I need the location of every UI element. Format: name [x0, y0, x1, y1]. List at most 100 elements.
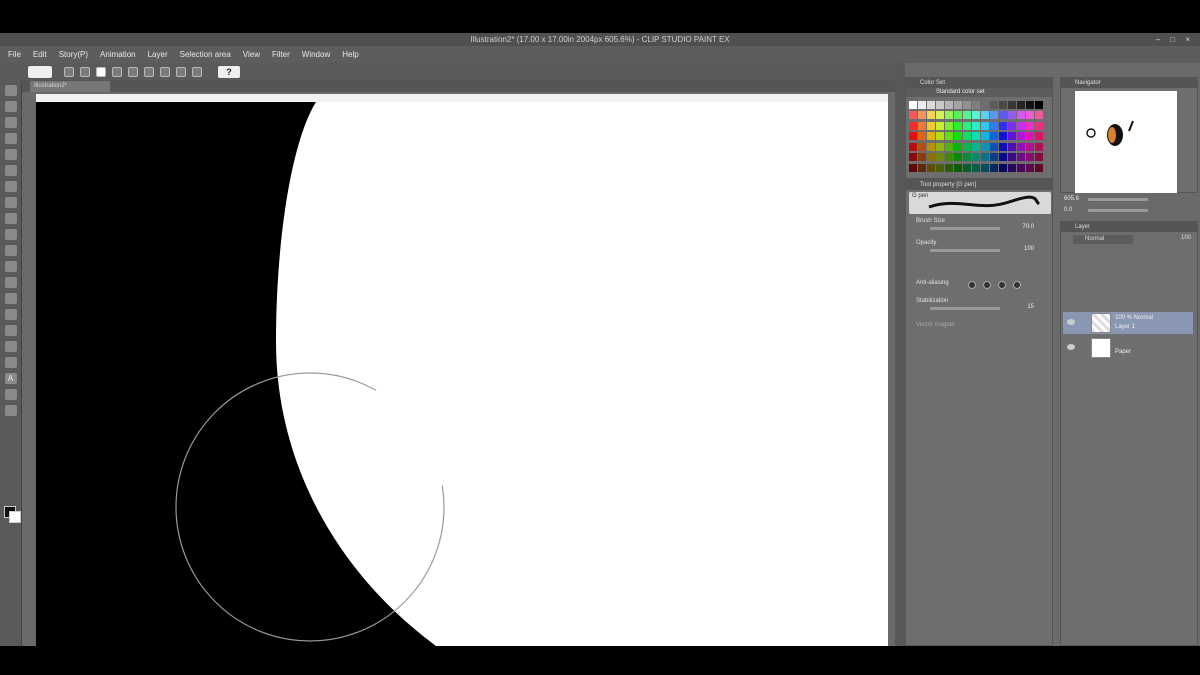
- color-swatch[interactable]: [1035, 111, 1043, 120]
- menu-filter[interactable]: Filter: [272, 46, 290, 63]
- layer-row-paper[interactable]: Paper: [1063, 337, 1193, 359]
- color-swatch[interactable]: [972, 101, 980, 109]
- vector-magnet-label[interactable]: Vector magnet: [916, 322, 955, 328]
- menu-view[interactable]: View: [243, 46, 260, 63]
- navigator-tab[interactable]: Navigator: [1061, 78, 1197, 88]
- menu-animation[interactable]: Animation: [100, 46, 136, 63]
- text-tool-icon[interactable]: A: [4, 373, 17, 384]
- zoom-value[interactable]: 605.6: [1064, 196, 1079, 202]
- blend-mode-select[interactable]: Normal: [1073, 235, 1133, 244]
- color-swatch[interactable]: [936, 163, 944, 172]
- color-swatch[interactable]: [963, 101, 971, 109]
- background-color-swatch[interactable]: [9, 511, 21, 523]
- color-swatch[interactable]: [945, 132, 953, 141]
- color-swatch[interactable]: [918, 142, 926, 151]
- color-swatch[interactable]: [1008, 163, 1016, 172]
- menu-help[interactable]: Help: [342, 46, 358, 63]
- color-swatch[interactable]: [1035, 132, 1043, 141]
- color-swatch[interactable]: [1017, 142, 1025, 151]
- undo-icon[interactable]: [112, 66, 122, 77]
- brush-size-slider[interactable]: [930, 227, 1000, 230]
- clip-studio-icon[interactable]: [28, 65, 52, 78]
- color-swatch[interactable]: [999, 153, 1007, 162]
- color-swatch[interactable]: [945, 142, 953, 151]
- color-swatch[interactable]: [972, 132, 980, 141]
- color-swatch[interactable]: [990, 111, 998, 120]
- hand-tool-icon[interactable]: [4, 101, 17, 112]
- zoom-tool-icon[interactable]: [4, 85, 17, 96]
- color-swatch[interactable]: [963, 153, 971, 162]
- color-swatch[interactable]: [909, 163, 917, 172]
- color-swatch[interactable]: [999, 132, 1007, 141]
- opacity-value[interactable]: 100: [1024, 246, 1034, 252]
- aa-medium-icon[interactable]: [998, 281, 1006, 289]
- color-swatch[interactable]: [963, 111, 971, 120]
- drawing-canvas[interactable]: [36, 102, 888, 646]
- settings-icon[interactable]: [192, 66, 202, 77]
- lasso-tool-icon[interactable]: [4, 165, 17, 176]
- layer-tab[interactable]: Layer: [1061, 222, 1197, 232]
- pen-tool-icon[interactable]: [4, 197, 17, 208]
- color-swatch[interactable]: [1026, 153, 1034, 162]
- color-swatch[interactable]: [954, 142, 962, 151]
- brush-tool-icon[interactable]: [4, 229, 17, 240]
- color-swatch[interactable]: [1008, 101, 1016, 109]
- eraser-tool-icon[interactable]: [4, 277, 17, 288]
- tool-property-tab[interactable]: Tool property [G pen]: [906, 180, 1052, 190]
- ruler-tool-icon[interactable]: [4, 357, 17, 368]
- color-swatch[interactable]: [1017, 111, 1025, 120]
- color-swatch[interactable]: [1035, 121, 1043, 130]
- color-swatch[interactable]: [909, 101, 917, 109]
- menu-layer[interactable]: Layer: [148, 46, 168, 63]
- airbrush-tool-icon[interactable]: [4, 245, 17, 256]
- figure-tool-icon[interactable]: [4, 325, 17, 336]
- selection-tool-icon[interactable]: [4, 149, 17, 160]
- menu-file[interactable]: File: [8, 46, 21, 63]
- color-swatch[interactable]: [927, 101, 935, 109]
- color-swatch[interactable]: [972, 153, 980, 162]
- color-swatch[interactable]: [918, 121, 926, 130]
- open-icon[interactable]: [80, 66, 90, 77]
- color-swatch[interactable]: [1017, 101, 1025, 109]
- color-swatch[interactable]: [909, 153, 917, 162]
- color-swatch[interactable]: [918, 153, 926, 162]
- color-swatch[interactable]: [990, 142, 998, 151]
- color-swatch[interactable]: [1008, 111, 1016, 120]
- color-swatch[interactable]: [945, 121, 953, 130]
- color-swatch[interactable]: [954, 132, 962, 141]
- color-swatch[interactable]: [1035, 101, 1043, 109]
- color-swatch[interactable]: [945, 111, 953, 120]
- color-swatch[interactable]: [981, 163, 989, 172]
- zoom-slider[interactable]: [1088, 198, 1148, 201]
- color-swatch[interactable]: [999, 121, 1007, 130]
- color-swatch[interactable]: [990, 153, 998, 162]
- opacity-slider[interactable]: [930, 249, 1000, 252]
- layer-row-layer1[interactable]: 100 % Normal Layer 1: [1063, 312, 1193, 334]
- color-swatch[interactable]: [990, 132, 998, 141]
- aa-none-icon[interactable]: [968, 281, 976, 289]
- menu-selection-area[interactable]: Selection area: [180, 46, 231, 63]
- color-swatch[interactable]: [999, 101, 1007, 109]
- color-swatch[interactable]: [954, 101, 962, 109]
- color-swatch[interactable]: [954, 153, 962, 162]
- navigator-preview[interactable]: [1075, 91, 1177, 193]
- color-swatch[interactable]: [1035, 142, 1043, 151]
- color-swatch[interactable]: [999, 142, 1007, 151]
- help-icon[interactable]: ?: [218, 65, 240, 78]
- color-swatch[interactable]: [909, 111, 917, 120]
- color-swatch[interactable]: [972, 121, 980, 130]
- color-swatch[interactable]: [981, 121, 989, 130]
- color-swatch[interactable]: [936, 142, 944, 151]
- stabilization-slider[interactable]: [930, 307, 1000, 310]
- color-swatch[interactable]: [909, 121, 917, 130]
- color-swatch[interactable]: [1008, 153, 1016, 162]
- rotate-slider[interactable]: [1088, 209, 1148, 212]
- gradient-tool-icon[interactable]: [4, 309, 17, 320]
- rotate-tool-icon[interactable]: [4, 117, 17, 128]
- color-swatch[interactable]: [909, 142, 917, 151]
- save-icon[interactable]: [96, 66, 106, 77]
- color-swatch[interactable]: [1026, 142, 1034, 151]
- document-tab[interactable]: Illustration2*: [30, 81, 110, 92]
- aa-weak-icon[interactable]: [983, 281, 991, 289]
- stabilization-value[interactable]: 15: [1027, 304, 1034, 310]
